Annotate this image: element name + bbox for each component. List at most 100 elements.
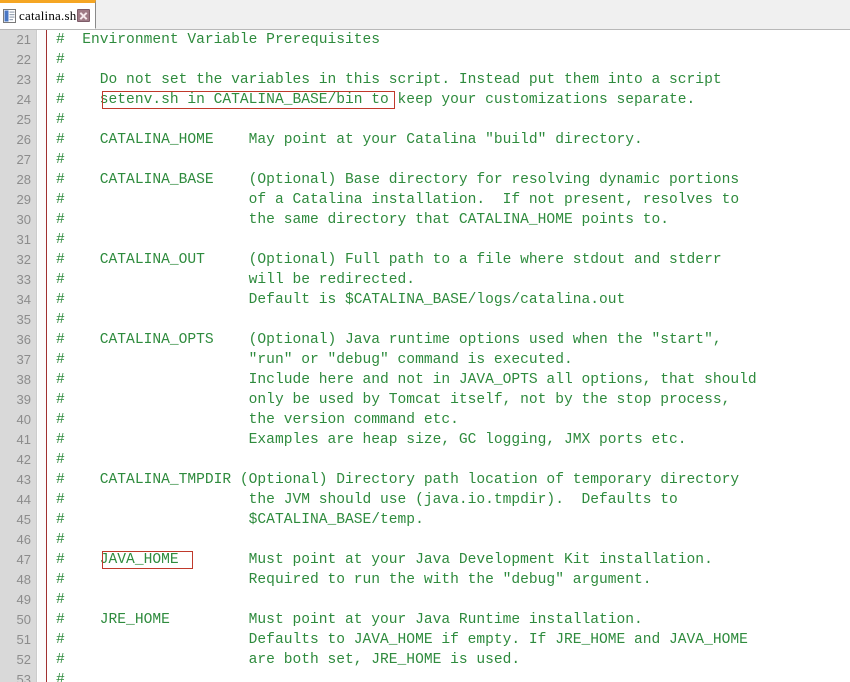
code-line[interactable]: 34 # Default is $CATALINA_BASE/logs/catal… [0, 290, 850, 310]
tab-bar: catalina.sh [0, 0, 850, 30]
tab-catalina-sh[interactable]: catalina.sh [0, 0, 96, 29]
line-number: 32 [16, 252, 31, 267]
code-line[interactable]: 32 # CATALINA_OUT (Optional) Full path to… [0, 250, 850, 270]
code-line[interactable]: 29 # of a Catalina installation. If not p… [0, 190, 850, 210]
line-number: 40 [16, 412, 31, 427]
line-number: 41 [16, 432, 31, 447]
line-text: # [56, 52, 65, 68]
line-number: 45 [16, 512, 31, 527]
code-line[interactable]: 53 # [0, 670, 850, 682]
line-text: # Defaults to JAVA_HOME if empty. If JRE… [56, 632, 748, 648]
line-text: # will be redirected. [56, 272, 416, 288]
line-text: # CATALINA_HOME May point at your Catali… [56, 132, 643, 148]
code-line[interactable]: 39 # only be used by Tomcat itself, not b… [0, 390, 850, 410]
line-text: # $CATALINA_BASE/temp. [56, 512, 424, 528]
line-number: 53 [16, 672, 31, 682]
code-line[interactable]: 22 # [0, 50, 850, 70]
line-number: 23 [16, 72, 31, 87]
code-line[interactable]: 52 # are both set, JRE_HOME is used. [0, 650, 850, 670]
line-text: # of a Catalina installation. If not pre… [56, 192, 740, 208]
code-line[interactable]: 30 # the same directory that CATALINA_HOM… [0, 210, 850, 230]
line-text: # [56, 312, 65, 328]
code-line[interactable]: 49 # [0, 590, 850, 610]
line-text: # the JVM should use (java.io.tmpdir). D… [56, 492, 678, 508]
line-text: # Do not set the variables in this scrip… [56, 72, 722, 88]
code-line[interactable]: 27 # [0, 150, 850, 170]
line-text: # CATALINA_OUT (Optional) Full path to a… [56, 252, 722, 268]
code-editor[interactable]: 21 # Environment Variable Prerequisites 22… [0, 30, 850, 682]
line-text: # CATALINA_OPTS (Optional) Java runtime … [56, 332, 722, 348]
code-line[interactable]: 51 # Defaults to JAVA_HOME if empty. If J… [0, 630, 850, 650]
line-text: # the same directory that CATALINA_HOME … [56, 212, 670, 228]
code-line[interactable]: 35 # [0, 310, 850, 330]
java-home-highlight[interactable] [102, 551, 194, 569]
code-line[interactable]: 50 # JRE_HOME Must point at your Java Run… [0, 610, 850, 630]
line-number: 46 [16, 532, 31, 547]
line-number: 28 [16, 172, 31, 187]
code-line[interactable]: 48 # Required to run the with the "debug"… [0, 570, 850, 590]
line-number: 30 [16, 212, 31, 227]
code-line[interactable]: 46 # [0, 530, 850, 550]
line-number: 31 [16, 232, 31, 247]
line-number: 43 [16, 472, 31, 487]
line-text: # "run" or "debug" command is executed. [56, 352, 573, 368]
code-line[interactable]: 28 # CATALINA_BASE (Optional) Base direct… [0, 170, 850, 190]
line-text: # [56, 592, 65, 608]
line-text: # [56, 672, 65, 682]
line-text: # the version command etc. [56, 412, 459, 428]
line-number: 47 [16, 552, 31, 567]
line-text: # Default is $CATALINA_BASE/logs/catalin… [56, 292, 626, 308]
line-text: # [56, 232, 65, 248]
line-number: 21 [16, 32, 31, 47]
line-text: # only be used by Tomcat itself, not by … [56, 392, 731, 408]
line-number: 24 [16, 92, 31, 107]
code-line[interactable]: 31 # [0, 230, 850, 250]
line-number: 25 [16, 112, 31, 127]
line-number: 48 [16, 572, 31, 587]
code-line[interactable]: 42 # [0, 450, 850, 470]
line-number: 27 [16, 152, 31, 167]
code-line[interactable]: 33 # will be redirected. [0, 270, 850, 290]
setenv-path-highlight[interactable] [102, 91, 395, 109]
tab-label: catalina.sh [19, 7, 77, 23]
code-line[interactable]: 26 # CATALINA_HOME May point at your Cata… [0, 130, 850, 150]
line-number: 33 [16, 272, 31, 287]
code-line[interactable]: 41 # Examples are heap size, GC logging, … [0, 430, 850, 450]
close-icon[interactable] [77, 9, 91, 22]
line-number: 29 [16, 192, 31, 207]
line-text: # [56, 532, 65, 548]
line-number: 52 [16, 652, 31, 667]
line-number: 49 [16, 592, 31, 607]
code-line[interactable]: 40 # the version command etc. [0, 410, 850, 430]
code-line[interactable]: 45 # $CATALINA_BASE/temp. [0, 510, 850, 530]
line-number: 50 [16, 612, 31, 627]
code-line[interactable]: 43 # CATALINA_TMPDIR (Optional) Directory… [0, 470, 850, 490]
line-text: # Required to run the with the "debug" a… [56, 572, 652, 588]
code-line[interactable]: 38 # Include here and not in JAVA_OPTS al… [0, 370, 850, 390]
line-text: # JRE_HOME Must point at your Java Runti… [56, 612, 643, 628]
line-number: 22 [16, 52, 31, 67]
line-text: # are both set, JRE_HOME is used. [56, 652, 521, 668]
code-lines: 21 # Environment Variable Prerequisites 22… [0, 30, 850, 682]
line-text: # [56, 452, 65, 468]
code-line[interactable]: 23 # Do not set the variables in this scr… [0, 70, 850, 90]
line-number: 26 [16, 132, 31, 147]
line-number: 38 [16, 372, 31, 387]
code-line[interactable]: 36 # CATALINA_OPTS (Optional) Java runtim… [0, 330, 850, 350]
line-text: # Include here and not in JAVA_OPTS all … [56, 372, 757, 388]
script-file-icon [3, 8, 16, 23]
line-text: # [56, 112, 65, 128]
line-text: # CATALINA_BASE (Optional) Base director… [56, 172, 740, 188]
line-text: # [56, 152, 65, 168]
code-line[interactable]: 37 # "run" or "debug" command is executed… [0, 350, 850, 370]
line-number: 37 [16, 352, 31, 367]
line-number: 36 [16, 332, 31, 347]
line-text: # Environment Variable Prerequisites [56, 32, 381, 48]
line-number: 39 [16, 392, 31, 407]
code-line[interactable]: 44 # the JVM should use (java.io.tmpdir).… [0, 490, 850, 510]
code-line[interactable]: 21 # Environment Variable Prerequisites [0, 30, 850, 50]
editor-window: catalina.sh 21 # Environment Variable Pre… [0, 0, 850, 682]
line-number: 42 [16, 452, 31, 467]
code-line[interactable]: 25 # [0, 110, 850, 130]
line-text: # CATALINA_TMPDIR (Optional) Directory p… [56, 472, 740, 488]
